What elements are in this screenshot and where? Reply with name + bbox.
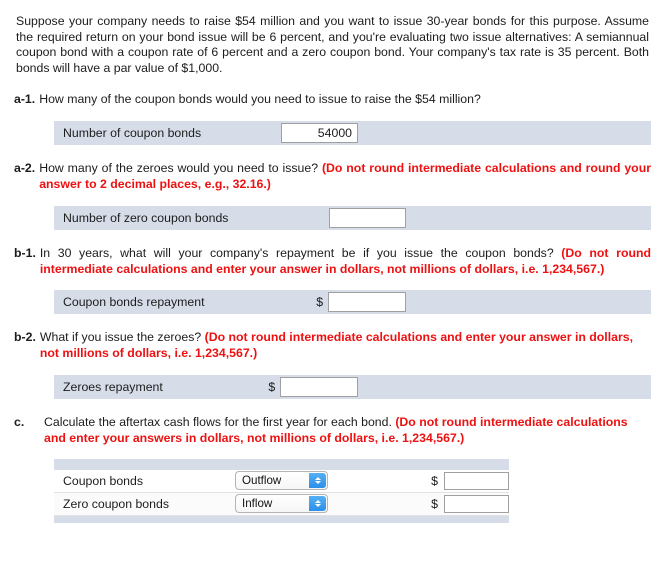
- row-label-coupon-bonds: Coupon bonds: [63, 473, 143, 488]
- table-header-band: [54, 458, 509, 470]
- question-b2-label: b-2.: [14, 330, 36, 345]
- row-label-coupon-bonds-repayment: Coupon bonds repayment: [63, 295, 205, 310]
- table-row: Zero coupon bonds Inflow $: [54, 492, 509, 516]
- table-row: Number of zero coupon bonds: [54, 205, 414, 230]
- row-spacer: [406, 302, 414, 303]
- question-a2-label: a-2.: [14, 161, 36, 176]
- question-a2: a-2. How many of the zeroes would you ne…: [14, 161, 651, 193]
- table-row: Number of coupon bonds: [54, 121, 366, 146]
- question-b1-text: In 30 years, what will your company's re…: [40, 246, 651, 278]
- question-c-text: Calculate the aftertax cash flows for th…: [44, 415, 651, 447]
- question-a2-text: How many of the zeroes would you need to…: [39, 161, 651, 193]
- question-a1-label: a-1.: [14, 92, 36, 107]
- chevron-updown-icon[interactable]: [309, 496, 326, 512]
- question-b1-label: b-1.: [14, 245, 36, 260]
- table-footer-band: [54, 515, 509, 523]
- dollar-sign: $: [316, 295, 324, 310]
- answer-table-b2: Zeroes repayment $: [54, 374, 651, 399]
- worksheet-page: Suppose your company needs to raise $54 …: [0, 0, 665, 571]
- coupon-bonds-repayment-input[interactable]: [328, 292, 407, 313]
- question-a2-prompt: How many of the zeroes would you need to…: [39, 161, 322, 176]
- table-row: Coupon bonds repayment $: [54, 290, 414, 315]
- chevron-up-icon: [314, 476, 321, 480]
- dollar-sign: $: [431, 473, 438, 488]
- question-c-label: c.: [14, 414, 25, 429]
- chevron-updown-icon[interactable]: [309, 473, 326, 489]
- dollar-sign: $: [431, 496, 438, 511]
- question-b2-prompt: What if you issue the zeroes?: [39, 330, 205, 345]
- coupon-bonds-direction-cell: Outflow: [235, 471, 410, 491]
- answer-table-c: Coupon bonds Outflow $ Zero coupon bonds…: [54, 458, 509, 523]
- zeroes-repayment-input[interactable]: [280, 376, 359, 397]
- zero-coupon-bonds-direction-select[interactable]: Inflow: [235, 494, 328, 514]
- answer-table-b1: Coupon bonds repayment $: [54, 290, 651, 315]
- chevron-up-icon: [314, 499, 321, 503]
- row-spacer: [406, 217, 414, 218]
- answer-table-a2: Number of zero coupon bonds: [54, 205, 651, 230]
- row-spacer: [358, 386, 366, 387]
- question-b2: b-2. What if you issue the zeroes? (Do n…: [14, 330, 651, 362]
- question-c: c. Calculate the aftertax cash flows for…: [14, 415, 651, 447]
- question-a1-text: How many of the coupon bonds would you n…: [39, 92, 481, 107]
- row-label-zero-coupon-bonds: Zero coupon bonds: [63, 496, 169, 511]
- chevron-down-icon: [314, 504, 321, 508]
- chevron-down-icon: [314, 481, 321, 485]
- dollar-sign: $: [268, 379, 276, 394]
- question-b1-prompt: In 30 years, what will your company's re…: [39, 245, 562, 260]
- table-row: Zeroes repayment $: [54, 374, 366, 399]
- question-b1: b-1. In 30 years, what will your company…: [14, 246, 651, 278]
- question-c-prompt: Calculate the aftertax cash flows for th…: [44, 414, 396, 429]
- zero-coupon-bonds-direction-cell: Inflow: [235, 494, 410, 514]
- row-spacer: [358, 133, 366, 134]
- problem-statement: Suppose your company needs to raise $54 …: [16, 14, 649, 75]
- answer-table-a1: Number of coupon bonds: [54, 121, 651, 146]
- zero-coupon-bonds-cashflow-input[interactable]: [444, 494, 509, 513]
- row-label-number-of-coupon-bonds: Number of coupon bonds: [63, 126, 202, 141]
- row-label-number-of-zero-coupon-bonds: Number of zero coupon bonds: [63, 210, 229, 225]
- number-of-coupon-bonds-input[interactable]: [281, 123, 358, 144]
- number-of-zero-coupon-bonds-input[interactable]: [329, 207, 406, 228]
- row-label-zeroes-repayment: Zeroes repayment: [63, 379, 163, 394]
- coupon-bonds-cashflow-input[interactable]: [444, 471, 509, 490]
- question-a1: a-1. How many of the coupon bonds would …: [14, 92, 651, 108]
- coupon-bonds-direction-select[interactable]: Outflow: [235, 471, 328, 491]
- question-b2-text: What if you issue the zeroes? (Do not ro…: [40, 330, 651, 362]
- table-row: Coupon bonds Outflow $: [54, 469, 509, 493]
